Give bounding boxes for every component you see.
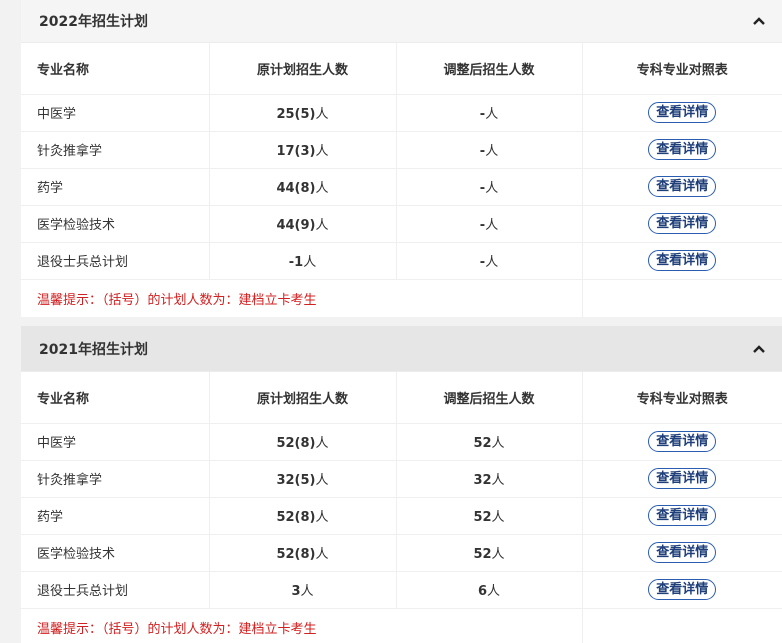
adjusted-count: 32人 bbox=[396, 460, 583, 498]
view-detail-button[interactable]: 查看详情 bbox=[648, 139, 717, 160]
detail-cell: 查看详情 bbox=[582, 205, 782, 243]
adjusted-count: 52人 bbox=[396, 423, 583, 461]
table-row: 针灸推拿学 17(3)人 -人 查看详情 bbox=[21, 131, 782, 169]
view-detail-button[interactable]: 查看详情 bbox=[648, 250, 717, 271]
original-count: 25(5)人 bbox=[209, 94, 397, 132]
col-header-compare: 专科专业对照表 bbox=[582, 43, 782, 95]
plan-table: 专业名称 原计划招生人数 调整后招生人数 专科专业对照表 中医学 52(8)人 … bbox=[21, 372, 782, 643]
section-title: 2022年招生计划 bbox=[39, 14, 148, 30]
col-header-major: 专业名称 bbox=[21, 43, 210, 95]
detail-cell: 查看详情 bbox=[582, 497, 782, 535]
plan-table: 专业名称 原计划招生人数 调整后招生人数 专科专业对照表 中医学 25(5)人 … bbox=[21, 43, 782, 317]
major-name: 退役士兵总计划 bbox=[21, 242, 210, 280]
adjusted-count: 52人 bbox=[396, 497, 583, 535]
table-row: 药学 44(8)人 -人 查看详情 bbox=[21, 168, 782, 206]
tip-text: 温馨提示：（括号）的计划人数为：建档立卡考生 bbox=[21, 279, 583, 317]
plan-section-2022: 2022年招生计划 专业名称 原计划招生人数 调整后招生人数 专科专业对照表 中… bbox=[21, 0, 782, 317]
detail-cell: 查看详情 bbox=[582, 168, 782, 206]
major-name: 医学检验技术 bbox=[21, 534, 210, 572]
major-name: 针灸推拿学 bbox=[21, 131, 210, 169]
major-name: 药学 bbox=[21, 497, 210, 535]
table-row: 药学 52(8)人 52人 查看详情 bbox=[21, 497, 782, 535]
table-row: 中医学 52(8)人 52人 查看详情 bbox=[21, 423, 782, 461]
table-header-row: 专业名称 原计划招生人数 调整后招生人数 专科专业对照表 bbox=[21, 372, 782, 424]
view-detail-button[interactable]: 查看详情 bbox=[648, 431, 717, 452]
col-header-adjusted: 调整后招生人数 bbox=[396, 372, 583, 424]
original-count: 32(5)人 bbox=[209, 460, 397, 498]
chevron-up-icon[interactable] bbox=[750, 12, 768, 30]
view-detail-button[interactable]: 查看详情 bbox=[648, 579, 717, 600]
table-row: 针灸推拿学 32(5)人 32人 查看详情 bbox=[21, 460, 782, 498]
view-detail-button[interactable]: 查看详情 bbox=[648, 542, 717, 563]
empty-cell bbox=[582, 279, 782, 317]
major-name: 中医学 bbox=[21, 423, 210, 461]
adjusted-count: -人 bbox=[396, 205, 583, 243]
original-count: 3人 bbox=[209, 571, 397, 609]
tip-row: 温馨提示：（括号）的计划人数为：建档立卡考生 bbox=[21, 608, 782, 643]
original-count: -1人 bbox=[209, 242, 397, 280]
plan-container: 2022年招生计划 专业名称 原计划招生人数 调整后招生人数 专科专业对照表 中… bbox=[21, 0, 782, 643]
view-detail-button[interactable]: 查看详情 bbox=[648, 468, 717, 489]
view-detail-button[interactable]: 查看详情 bbox=[648, 176, 717, 197]
view-detail-button[interactable]: 查看详情 bbox=[648, 213, 717, 234]
detail-cell: 查看详情 bbox=[582, 131, 782, 169]
table-row: 医学检验技术 44(9)人 -人 查看详情 bbox=[21, 205, 782, 243]
major-name: 医学检验技术 bbox=[21, 205, 210, 243]
adjusted-count: -人 bbox=[396, 242, 583, 280]
section-title: 2021年招生计划 bbox=[39, 341, 148, 358]
major-name: 针灸推拿学 bbox=[21, 460, 210, 498]
original-count: 52(8)人 bbox=[209, 423, 397, 461]
original-count: 44(8)人 bbox=[209, 168, 397, 206]
adjusted-count: 6人 bbox=[396, 571, 583, 609]
detail-cell: 查看详情 bbox=[582, 571, 782, 609]
view-detail-button[interactable]: 查看详情 bbox=[648, 102, 717, 123]
tip-row: 温馨提示：（括号）的计划人数为：建档立卡考生 bbox=[21, 279, 782, 317]
detail-cell: 查看详情 bbox=[582, 460, 782, 498]
col-header-original: 原计划招生人数 bbox=[209, 43, 397, 95]
original-count: 52(8)人 bbox=[209, 534, 397, 572]
section-header[interactable]: 2021年招生计划 bbox=[21, 326, 782, 372]
adjusted-count: 52人 bbox=[396, 534, 583, 572]
plan-section-2021: 2021年招生计划 专业名称 原计划招生人数 调整后招生人数 专科专业对照表 中… bbox=[21, 326, 782, 643]
major-name: 药学 bbox=[21, 168, 210, 206]
view-detail-button[interactable]: 查看详情 bbox=[648, 505, 717, 526]
adjusted-count: -人 bbox=[396, 131, 583, 169]
col-header-original: 原计划招生人数 bbox=[209, 372, 397, 424]
col-header-major: 专业名称 bbox=[21, 372, 210, 424]
tip-text: 温馨提示：（括号）的计划人数为：建档立卡考生 bbox=[21, 608, 583, 643]
original-count: 17(3)人 bbox=[209, 131, 397, 169]
chevron-up-icon[interactable] bbox=[750, 340, 768, 358]
original-count: 44(9)人 bbox=[209, 205, 397, 243]
detail-cell: 查看详情 bbox=[582, 423, 782, 461]
col-header-adjusted: 调整后招生人数 bbox=[396, 43, 583, 95]
major-name: 退役士兵总计划 bbox=[21, 571, 210, 609]
detail-cell: 查看详情 bbox=[582, 534, 782, 572]
col-header-compare: 专科专业对照表 bbox=[582, 372, 782, 424]
original-count: 52(8)人 bbox=[209, 497, 397, 535]
adjusted-count: -人 bbox=[396, 94, 583, 132]
empty-cell bbox=[582, 608, 782, 643]
table-row: 医学检验技术 52(8)人 52人 查看详情 bbox=[21, 534, 782, 572]
section-header[interactable]: 2022年招生计划 bbox=[21, 0, 782, 43]
detail-cell: 查看详情 bbox=[582, 94, 782, 132]
adjusted-count: -人 bbox=[396, 168, 583, 206]
table-row: 退役士兵总计划 -1人 -人 查看详情 bbox=[21, 242, 782, 280]
table-row: 退役士兵总计划 3人 6人 查看详情 bbox=[21, 571, 782, 609]
detail-cell: 查看详情 bbox=[582, 242, 782, 280]
table-row: 中医学 25(5)人 -人 查看详情 bbox=[21, 94, 782, 132]
major-name: 中医学 bbox=[21, 94, 210, 132]
table-header-row: 专业名称 原计划招生人数 调整后招生人数 专科专业对照表 bbox=[21, 43, 782, 95]
